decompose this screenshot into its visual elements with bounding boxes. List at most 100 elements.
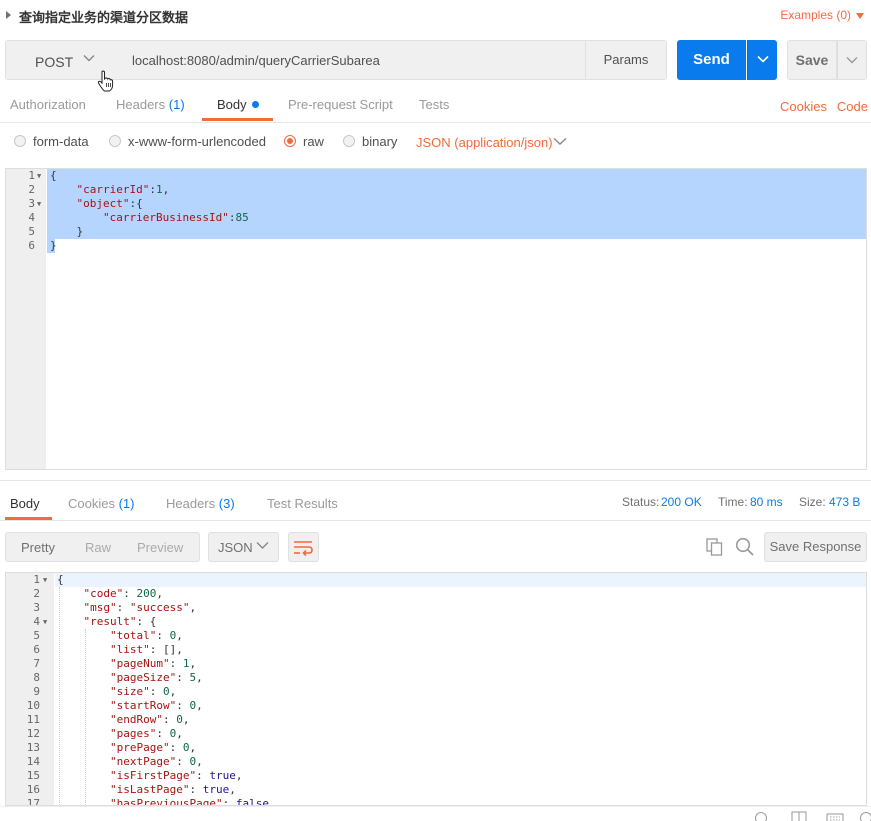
- fold-toggle-icon[interactable]: ▼: [37, 169, 41, 183]
- radio-form-data[interactable]: form-data: [14, 134, 89, 149]
- tab-prerequest-script[interactable]: Pre-request Script: [288, 97, 393, 112]
- code-line[interactable]: 7 "pageNum": 1,: [6, 657, 866, 671]
- code-line[interactable]: 1 ▼ {: [6, 169, 866, 183]
- params-button[interactable]: Params: [585, 40, 667, 80]
- radio-raw-label: raw: [303, 134, 324, 149]
- body-modified-dot-icon: [251, 101, 259, 108]
- status-bar: [0, 806, 871, 821]
- save-dropdown-button[interactable]: [837, 40, 867, 80]
- circle-icon[interactable]: [754, 811, 768, 821]
- time-value[interactable]: 80 ms: [750, 495, 783, 509]
- request-body-editor[interactable]: 1 ▼{2 "carrierId":1, 3 ▼ "object":{4 "carri…: [5, 168, 867, 470]
- code-line[interactable]: 2 "carrierId":1,: [6, 183, 866, 197]
- code-line[interactable]: 9 "size": 0,: [6, 685, 866, 699]
- line-number: 11: [26, 713, 40, 726]
- code-line[interactable]: 12 "pages": 0,: [6, 727, 866, 741]
- resp-tab-cookies[interactable]: Cookies (1): [68, 496, 134, 511]
- save-response-button[interactable]: Save Response: [764, 532, 867, 562]
- send-dropdown-button[interactable]: [747, 40, 777, 80]
- resp-tab-headers[interactable]: Headers (3): [166, 496, 235, 511]
- resp-tab-cookies-label: Cookies: [68, 496, 115, 511]
- url-input[interactable]: localhost:8080/admin/queryCarrierSubarea: [121, 40, 586, 80]
- fold-toggle-icon[interactable]: ▼: [37, 197, 41, 211]
- line-number: 1: [28, 169, 35, 182]
- code-line[interactable]: 3 ▼ "object":{: [6, 197, 866, 211]
- radio-urlencoded[interactable]: x-www-form-urlencoded: [109, 134, 266, 149]
- code-line[interactable]: 8 "pageSize": 5,: [6, 671, 866, 685]
- tab-tests-label: Tests: [419, 97, 450, 112]
- tab-body[interactable]: Body: [217, 97, 259, 112]
- cookies-link[interactable]: Cookies: [780, 99, 827, 114]
- radio-binary[interactable]: binary: [343, 134, 397, 149]
- resp-tab-test-results[interactable]: Test Results: [267, 496, 338, 511]
- copy-icon[interactable]: [706, 538, 724, 559]
- send-button[interactable]: Send: [677, 40, 746, 80]
- chevron-down-icon[interactable]: [553, 135, 567, 150]
- line-number: 16: [26, 783, 40, 796]
- code-text: "total": 0,: [109, 629, 183, 642]
- tab-headers[interactable]: Headers (1): [116, 97, 185, 112]
- format-select[interactable]: JSON: [208, 532, 279, 562]
- search-icon[interactable]: [735, 537, 755, 560]
- response-body-viewer[interactable]: 1 ▼{2 "code": 200, 3 "msg": "success", 4 ▼ "…: [5, 572, 867, 806]
- line-number: 6: [33, 643, 40, 656]
- code-line[interactable]: 4 "carrierBusinessId":85: [6, 211, 866, 225]
- code-line[interactable]: 17 "hasPreviousPage": false,: [6, 797, 866, 805]
- fold-toggle-icon[interactable]: ▼: [43, 573, 47, 587]
- save-button[interactable]: Save: [787, 40, 837, 80]
- code-line[interactable]: 13 "prePage": 0,: [6, 741, 866, 755]
- code-line[interactable]: 5 "total": 0,: [6, 629, 866, 643]
- chevron-down-icon: [756, 55, 769, 63]
- resp-tab-test-results-label: Test Results: [267, 496, 338, 511]
- url-text: localhost:8080/admin/queryCarrierSubarea: [132, 53, 380, 68]
- raw-button[interactable]: Raw: [85, 540, 111, 555]
- keyboard-icon[interactable]: [826, 812, 844, 821]
- two-pane-icon[interactable]: [791, 811, 807, 821]
- active-tab-indicator: [5, 517, 52, 520]
- help-icon[interactable]: [859, 811, 871, 821]
- line-number: 3: [28, 197, 35, 210]
- code-line[interactable]: 5 }: [6, 225, 866, 239]
- line-number: 5: [33, 629, 40, 642]
- code-line[interactable]: 6 "list": [],: [6, 643, 866, 657]
- method-label: POST: [35, 54, 74, 70]
- code-line[interactable]: 15 "isFirstPage": true,: [6, 769, 866, 783]
- line-number: 14: [26, 755, 40, 768]
- code-link[interactable]: Code: [837, 99, 868, 114]
- code-text: "size": 0,: [109, 685, 177, 698]
- code-line[interactable]: 6}: [6, 239, 866, 253]
- tab-tests[interactable]: Tests: [419, 97, 449, 112]
- code-line[interactable]: 11 "endRow": 0,: [6, 713, 866, 727]
- examples-caret-icon[interactable]: [856, 13, 864, 19]
- code-line[interactable]: 16 "isLastPage": true,: [6, 783, 866, 797]
- preview-button[interactable]: Preview: [137, 540, 183, 555]
- request-name[interactable]: 查询指定业务的渠道分区数据: [19, 7, 188, 26]
- line-number: 2: [28, 183, 35, 196]
- status-value[interactable]: 200 OK: [661, 495, 702, 509]
- code-line[interactable]: 4 ▼ "result": {: [6, 615, 866, 629]
- tab-authorization[interactable]: Authorization: [10, 97, 86, 112]
- code-line[interactable]: 3 "msg": "success",: [6, 601, 866, 615]
- code-line[interactable]: 14 "nextPage": 0,: [6, 755, 866, 769]
- examples-link[interactable]: Examples (0): [780, 8, 851, 22]
- code-line[interactable]: 1 ▼ {: [6, 573, 866, 587]
- code-line[interactable]: 10 "startRow": 0,: [6, 699, 866, 713]
- line-number: 6: [28, 239, 35, 252]
- code-text: "startRow": 0,: [109, 699, 203, 712]
- tab-headers-label: Headers: [116, 97, 166, 112]
- code-line[interactable]: 2 "code": 200,: [6, 587, 866, 601]
- line-number: 7: [33, 657, 40, 670]
- fold-toggle-icon[interactable]: ▼: [43, 615, 47, 629]
- pretty-button[interactable]: Pretty: [21, 540, 55, 555]
- line-number: 4: [28, 211, 35, 224]
- code-text: "pageNum": 1,: [109, 657, 197, 670]
- content-type-select[interactable]: JSON (application/json): [416, 135, 553, 150]
- request-title-row[interactable]: 查询指定业务的渠道分区数据 Examples (0): [0, 0, 871, 32]
- wrap-lines-button[interactable]: [288, 532, 319, 562]
- format-label: JSON: [218, 540, 253, 555]
- radio-raw[interactable]: raw: [284, 134, 324, 149]
- collapse-caret-icon[interactable]: [6, 11, 11, 19]
- code-text: "carrierId":1,: [76, 183, 170, 196]
- size-value[interactable]: 473 B: [829, 495, 860, 509]
- resp-tab-body[interactable]: Body: [10, 496, 40, 511]
